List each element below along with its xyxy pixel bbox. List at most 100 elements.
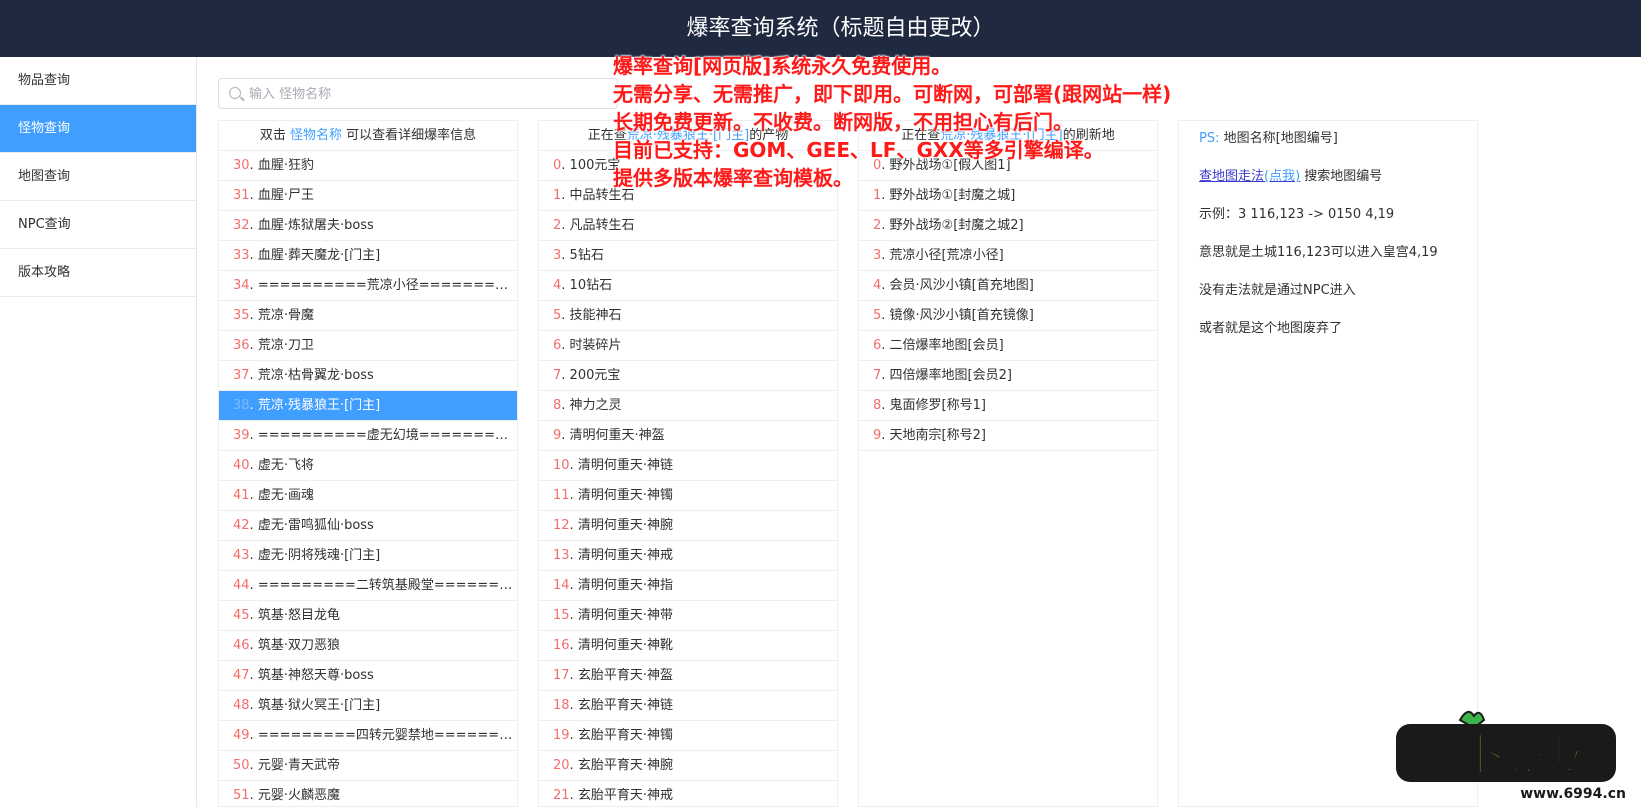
drop-row[interactable]: 1. 中品转生石 <box>539 181 837 211</box>
monster-row[interactable]: 45. 筑基·怒目龙龟 <box>219 601 517 631</box>
drop-row[interactable]: 17. 玄胎平育天·神盔 <box>539 661 837 691</box>
map-row[interactable]: 7. 四倍爆率地图[会员2] <box>859 361 1157 391</box>
drop-row[interactable]: 20. 玄胎平育天·神腕 <box>539 751 837 781</box>
drop-row[interactable]: 0. 100元宝 <box>539 151 837 181</box>
drop-row[interactable]: 19. 玄胎平育天·神镯 <box>539 721 837 751</box>
monster-row[interactable]: 30. 血腥·狂豹 <box>219 151 517 181</box>
monster-row[interactable]: 39. ==========虚无幻境========== <box>219 421 517 451</box>
row-separator: . <box>249 758 258 773</box>
monster-row[interactable]: 38. 荒凉·残暴狼王·[门主] <box>219 391 517 421</box>
sidebar-item-map-query[interactable]: 地图查询 <box>0 153 196 201</box>
row-separator: . <box>881 248 890 263</box>
monster-row[interactable]: 36. 荒凉·刀卫 <box>219 331 517 361</box>
monster-row[interactable]: 32. 血腥·炼狱屠夫·boss <box>219 211 517 241</box>
monster-row[interactable]: 51. 元婴·火麟恶魔 <box>219 781 517 806</box>
drop-row[interactable]: 8. 神力之灵 <box>539 391 837 421</box>
monster-row[interactable]: 35. 荒凉·骨魔 <box>219 301 517 331</box>
monster-row[interactable]: 34. ==========荒凉小径========== <box>219 271 517 301</box>
row-label: 筑基·神怒天尊·boss <box>257 668 374 683</box>
row-separator: . <box>561 368 570 383</box>
row-index: 43 <box>233 548 250 563</box>
drop-row[interactable]: 9. 清明何重天·神盔 <box>539 421 837 451</box>
monster-row[interactable]: 31. 血腥·尸王 <box>219 181 517 211</box>
map-row[interactable]: 2. 野外战场②[封魔之城2] <box>859 211 1157 241</box>
monster-row[interactable]: 48. 筑基·狱火冥王·[门主] <box>219 691 517 721</box>
drop-row[interactable]: 2. 凡品转生石 <box>539 211 837 241</box>
drop-row[interactable]: 12. 清明何重天·神腕 <box>539 511 837 541</box>
row-separator: . <box>249 548 258 563</box>
row-separator: . <box>249 488 258 503</box>
row-label: 玄胎平育天·神盔 <box>577 668 673 683</box>
monster-list-header: 双击 怪物名称 可以查看详细爆率信息 <box>219 121 517 151</box>
drop-row[interactable]: 16. 清明何重天·神靴 <box>539 631 837 661</box>
row-label: 荒凉·枯骨翼龙·boss <box>257 368 374 383</box>
row-label: 元婴·火麟恶魔 <box>257 788 340 803</box>
map-row[interactable]: 4. 会员·风沙小镇[首充地图] <box>859 271 1157 301</box>
map-row[interactable]: 9. 天地南宗[称号2] <box>859 421 1157 451</box>
search-icon <box>229 87 241 99</box>
drop-row[interactable]: 7. 200元宝 <box>539 361 837 391</box>
row-index: 41 <box>233 488 250 503</box>
row-separator: . <box>249 338 258 353</box>
map-row[interactable]: 6. 二倍爆率地图[会员] <box>859 331 1157 361</box>
row-label: 清明何重天·神指 <box>577 578 673 593</box>
row-label: 野外战场②[封魔之城2] <box>889 218 1024 233</box>
row-separator: . <box>561 158 570 173</box>
row-label: 清明何重天·神镯 <box>577 488 673 503</box>
row-label: =========二转筑基殿堂========== <box>257 578 517 593</box>
map-row[interactable]: 5. 镜像·风沙小镇[首充镜像] <box>859 301 1157 331</box>
row-index: 50 <box>233 758 250 773</box>
monster-row[interactable]: 42. 虚无·雷鸣狐仙·boss <box>219 511 517 541</box>
drop-row[interactable]: 10. 清明何重天·神链 <box>539 451 837 481</box>
row-label: 10钻石 <box>569 278 613 293</box>
row-separator: . <box>561 248 570 263</box>
drop-row[interactable]: 13. 清明何重天·神戒 <box>539 541 837 571</box>
watermark-logo-text: 萝卜论坛 <box>1418 730 1594 781</box>
row-label: 血腥·尸王 <box>257 188 314 203</box>
map-path-link[interactable]: 查地图走法(点我) <box>1199 169 1300 184</box>
monster-row[interactable]: 46. 筑基·双刀恶狼 <box>219 631 517 661</box>
monster-search-box[interactable] <box>218 78 618 109</box>
monster-row[interactable]: 44. =========二转筑基殿堂========== <box>219 571 517 601</box>
drop-row[interactable]: 15. 清明何重天·神带 <box>539 601 837 631</box>
map-row[interactable]: 1. 野外战场①[封魔之城] <box>859 181 1157 211</box>
drop-row[interactable]: 18. 玄胎平育天·神链 <box>539 691 837 721</box>
drop-row[interactable]: 3. 5钻石 <box>539 241 837 271</box>
monster-row[interactable]: 33. 血腥·葬天魔龙·[门主] <box>219 241 517 271</box>
monster-search-input[interactable] <box>249 82 609 106</box>
monster-row[interactable]: 41. 虚无·画魂 <box>219 481 517 511</box>
drop-list-header: 正在查荒凉·残暴狼王·[门主]的产物 <box>539 121 837 151</box>
sidebar-item-npc-query[interactable]: NPC查询 <box>0 201 196 249</box>
sidebar-item-version-guide[interactable]: 版本攻略 <box>0 249 196 297</box>
row-label: 清明何重天·神盔 <box>569 428 665 443</box>
row-separator: . <box>249 368 258 383</box>
monster-row[interactable]: 43. 虚无·阴将残魂·[门主] <box>219 541 517 571</box>
drop-row[interactable]: 6. 时装碎片 <box>539 331 837 361</box>
sidebar-item-monster-query[interactable]: 怪物查询 <box>0 105 196 153</box>
drop-row[interactable]: 4. 10钻石 <box>539 271 837 301</box>
row-separator: . <box>569 758 578 773</box>
row-index: 21 <box>553 788 570 803</box>
sidebar-item-item-query[interactable]: 物品查询 <box>0 57 196 105</box>
row-separator: . <box>561 188 570 203</box>
meaning-text: 意思就是土城116,123可以进入皇宫4,19 <box>1199 245 1438 260</box>
row-label: 清明何重天·神带 <box>577 608 673 623</box>
row-separator: . <box>569 578 578 593</box>
row-index: 49 <box>233 728 250 743</box>
map-row[interactable]: 0. 野外战场①[假人图1] <box>859 151 1157 181</box>
drop-header-prefix: 正在查 <box>587 128 627 143</box>
row-separator: . <box>569 668 578 683</box>
monster-row[interactable]: 49. =========四转元婴禁地========== <box>219 721 517 751</box>
monster-row[interactable]: 50. 元婴·青天武帝 <box>219 751 517 781</box>
drop-row[interactable]: 5. 技能神石 <box>539 301 837 331</box>
drop-header-highlight: 荒凉·残暴狼王·[门主] <box>626 128 750 143</box>
drop-row[interactable]: 11. 清明何重天·神镯 <box>539 481 837 511</box>
monster-row[interactable]: 47. 筑基·神怒天尊·boss <box>219 661 517 691</box>
drop-row[interactable]: 14. 清明何重天·神指 <box>539 571 837 601</box>
map-row[interactable]: 3. 荒凉小径[荒凉小径] <box>859 241 1157 271</box>
monster-row[interactable]: 40. 虚无·飞将 <box>219 451 517 481</box>
row-label: 虚无·飞将 <box>257 458 314 473</box>
drop-row[interactable]: 21. 玄胎平育天·神戒 <box>539 781 837 806</box>
monster-row[interactable]: 37. 荒凉·枯骨翼龙·boss <box>219 361 517 391</box>
map-row[interactable]: 8. 鬼面修罗[称号1] <box>859 391 1157 421</box>
